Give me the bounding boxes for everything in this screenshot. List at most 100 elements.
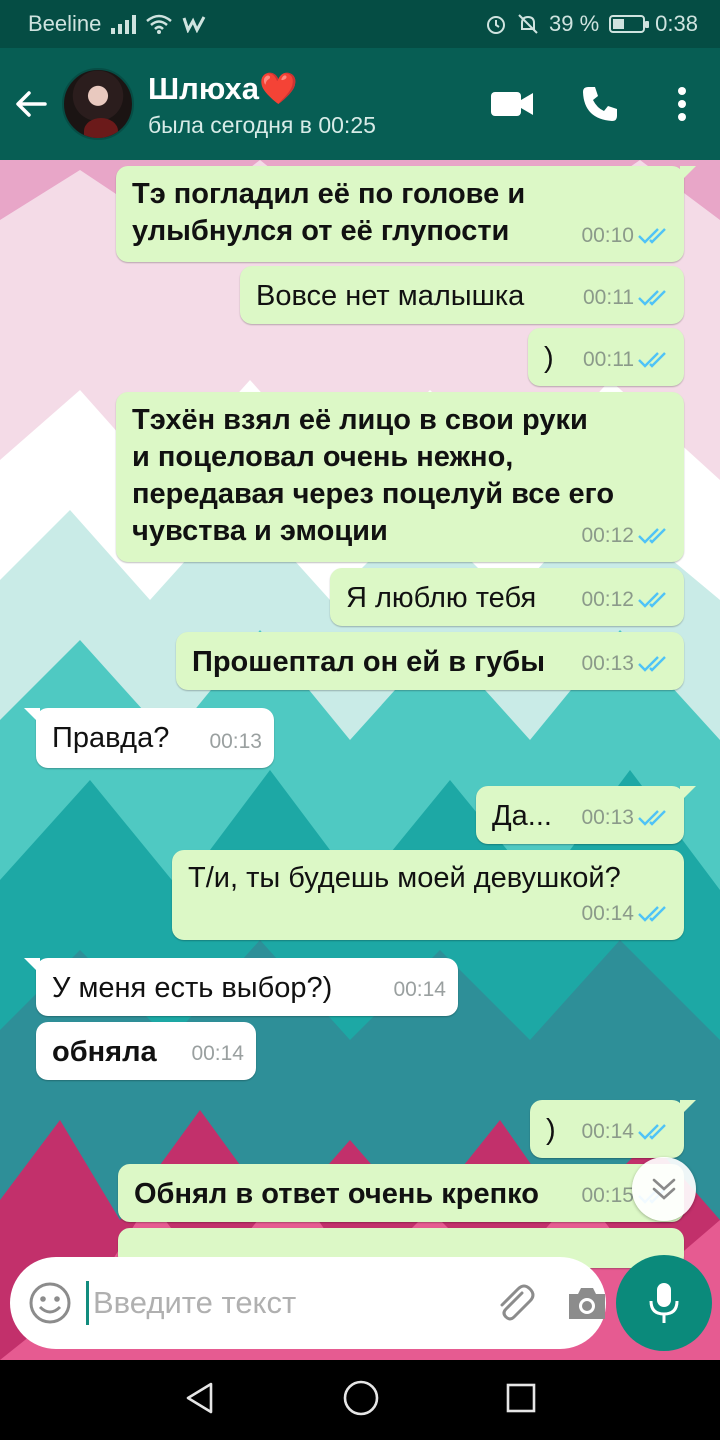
triangle-back-icon (186, 1382, 212, 1413)
message-meta: 00:12 (581, 517, 672, 554)
voice-record-button[interactable] (616, 1255, 712, 1351)
message-meta: 00:14 (393, 971, 446, 1008)
chat-area[interactable]: Тэ погладил её по голове и улыбнулся от … (0, 160, 720, 1360)
microphone-icon (649, 1283, 679, 1323)
message-bubble-incoming[interactable]: Правда? 00:13 (24, 708, 274, 768)
status-bar: Beeline 39 % 0:38 (0, 0, 720, 48)
battery-percent: 39 % (549, 11, 600, 36)
clock: 0:38 (655, 11, 698, 36)
camera-icon (569, 1288, 605, 1319)
message-time: 00:10 (581, 224, 634, 247)
message-input[interactable] (86, 1281, 492, 1325)
contact-name: Шлюха❤️ (148, 70, 298, 106)
message-time: 00:14 (393, 978, 446, 1001)
message-meta: 00:13 (209, 723, 262, 760)
square-recents-icon (507, 1383, 536, 1412)
status-right: 39 % 0:38 (485, 11, 698, 37)
smiley-icon (29, 1282, 71, 1324)
message-meta: 00:13 (581, 799, 672, 836)
message-bubble-outgoing[interactable]: ) 00:14 (530, 1100, 696, 1158)
double-check-icon (638, 1123, 666, 1140)
signal-icon (111, 14, 137, 34)
system-nav-bar (0, 1360, 720, 1440)
message-composer (10, 1257, 606, 1349)
message-time: 00:14 (191, 1042, 244, 1065)
message-bubble-outgoing[interactable]: Я люблю тебя 00:12 (330, 568, 684, 626)
chat-header: Шлюха❤️ была сегодня в 00:25 (0, 48, 720, 160)
message-time: 00:13 (209, 730, 262, 753)
message-text: передавая через поцелуй все его (132, 478, 615, 510)
double-check-icon (638, 809, 666, 826)
alarm-icon (487, 16, 506, 34)
voice-call-button[interactable] (556, 48, 644, 160)
camera-button[interactable] (566, 1275, 608, 1331)
message-meta: 00:14 (581, 895, 672, 932)
double-check-icon (638, 655, 666, 672)
double-check-icon (638, 289, 666, 306)
double-check-icon (638, 527, 666, 544)
message-meta: 00:10 (581, 217, 672, 254)
message-bubble-outgoing[interactable]: Прошептал он ей в губы 00:13 (176, 632, 684, 690)
more-vertical-icon (678, 87, 686, 121)
message-bubble-incoming[interactable]: У меня есть выбор?) 00:14 (24, 958, 458, 1016)
wifi-icon (146, 14, 173, 34)
message-meta: 00:12 (581, 581, 672, 618)
message-time: 00:11 (583, 348, 634, 371)
message-bubble-outgoing[interactable]: Обнял в ответ очень крепко 00:15 (118, 1164, 684, 1222)
double-chevron-down-icon (652, 1178, 676, 1200)
message-time: 00:14 (581, 1120, 634, 1143)
double-check-icon (638, 591, 666, 608)
message-meta: 00:11 (583, 341, 672, 378)
message-bubble-outgoing[interactable]: Тэхён взял её лицо в свои руки и поцелов… (116, 392, 684, 562)
message-time: 00:14 (581, 902, 634, 925)
message-time: 00:12 (581, 524, 634, 547)
message-meta: 00:14 (191, 1035, 244, 1072)
double-check-icon (638, 905, 666, 922)
message-time: 00:12 (581, 588, 634, 611)
message-bubble-outgoing[interactable]: ) 00:11 (528, 328, 684, 386)
nav-home-button[interactable] (342, 1379, 380, 1422)
emoji-button[interactable] (28, 1275, 72, 1331)
message-text: Тэхён взял её лицо в свои руки (132, 404, 588, 436)
phone-icon (583, 87, 617, 121)
message-time: 00:15 (581, 1184, 634, 1207)
attach-button[interactable] (492, 1275, 536, 1331)
header-actions (468, 48, 720, 160)
contact-last-seen: была сегодня в 00:25 (148, 111, 376, 138)
scroll-to-bottom-button[interactable] (632, 1157, 696, 1221)
status-left: Beeline (28, 11, 206, 37)
message-bubble-outgoing[interactable]: Вовсе нет малышка 00:11 (240, 266, 684, 324)
message-time: 00:11 (583, 286, 634, 309)
message-text: У меня есть выбор?) (52, 972, 333, 1004)
arrow-left-icon (16, 91, 47, 117)
message-bubble-outgoing[interactable]: Т/и, ты будешь моей девушкой? 00:14 (172, 850, 684, 940)
message-time: 00:13 (581, 806, 634, 829)
message-bubble-incoming[interactable]: обняла 00:14 (36, 1022, 256, 1080)
double-check-icon (638, 351, 666, 368)
message-meta: 00:13 (581, 645, 672, 682)
video-call-button[interactable] (468, 48, 556, 160)
carrier-label: Beeline (28, 11, 102, 36)
message-text: Тэ погладил её по голове и (132, 178, 526, 210)
double-check-icon (638, 227, 666, 244)
nav-back-button[interactable] (183, 1381, 217, 1420)
nav-recents-button[interactable] (505, 1382, 537, 1419)
whatsapp-notification-icon (182, 16, 206, 33)
mute-bell-icon (518, 14, 538, 34)
paperclip-icon (500, 1284, 535, 1321)
contact-info[interactable]: Шлюха❤️ была сегодня в 00:25 (148, 70, 468, 139)
menu-button[interactable] (644, 48, 720, 160)
circle-home-icon (343, 1380, 379, 1415)
message-bubble-outgoing[interactable]: Тэ погладил её по голове и улыбнулся от … (116, 166, 696, 262)
message-time: 00:13 (581, 652, 634, 675)
message-meta: 00:11 (583, 279, 672, 316)
message-meta: 00:14 (581, 1113, 672, 1150)
avatar[interactable] (62, 68, 134, 140)
battery-level (613, 19, 625, 29)
battery-icon (609, 15, 650, 33)
message-text: Т/и, ты будешь моей девушкой? (188, 862, 621, 894)
message-text: и поцеловал очень нежно, (132, 441, 514, 473)
video-camera-icon (491, 92, 533, 116)
back-button[interactable] (0, 48, 62, 160)
message-bubble-outgoing[interactable]: Да... 00:13 (476, 786, 696, 844)
